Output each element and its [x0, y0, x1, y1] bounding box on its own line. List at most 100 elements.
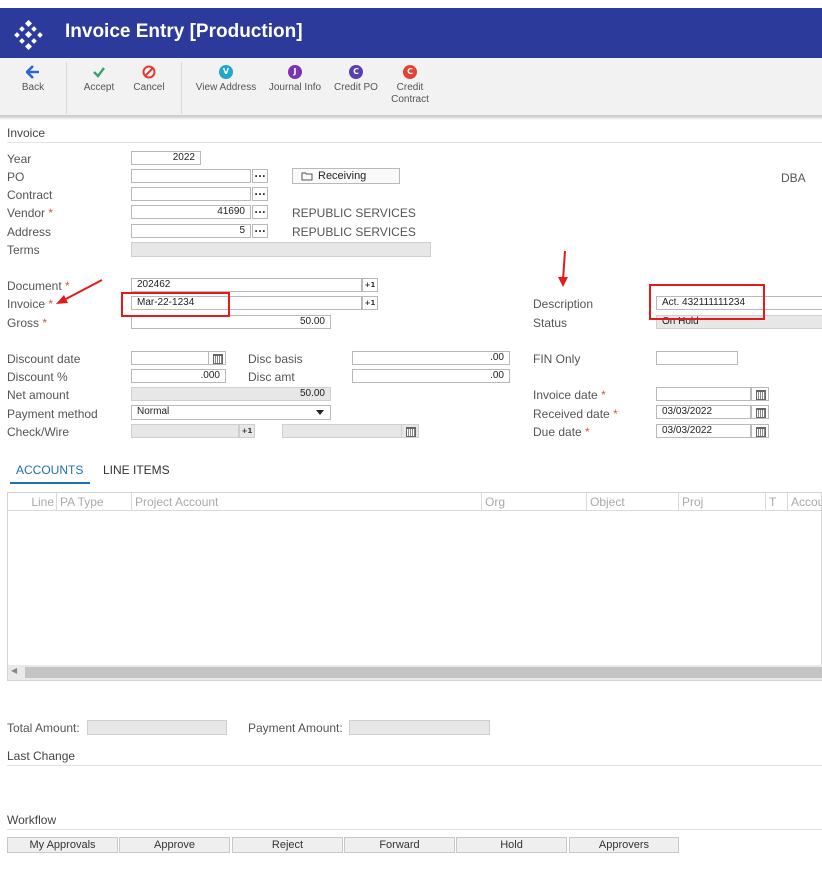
vendor-lookup-button[interactable]: ... — [252, 205, 268, 219]
column-header[interactable]: Proj — [678, 493, 765, 511]
app-logo-icon — [14, 20, 43, 50]
check-wire-field — [131, 424, 239, 438]
invoice-label: Invoice * — [7, 297, 53, 311]
calendar-icon[interactable] — [208, 351, 226, 365]
document-increment-button[interactable]: +1 — [362, 278, 378, 292]
year-field[interactable]: 2022 — [131, 151, 201, 165]
back-button[interactable]: Back — [14, 58, 52, 116]
column-header[interactable]: Org — [481, 493, 586, 511]
total-amount-field — [87, 720, 227, 735]
credit-contract-button[interactable]: C Credit Contract — [388, 58, 432, 116]
journal-info-button[interactable]: J Journal Info — [266, 58, 324, 116]
contract-field[interactable] — [131, 187, 251, 201]
due-date-field[interactable]: 03/03/2022 — [656, 424, 751, 438]
required-mark: * — [601, 388, 606, 402]
gross-label-text: Gross — [7, 316, 40, 330]
net-amount-label: Net amount — [7, 388, 70, 402]
received-date-label: Received date * — [533, 407, 618, 421]
received-date-field[interactable]: 03/03/2022 — [656, 405, 751, 419]
gross-field[interactable]: 50.00 — [131, 315, 331, 329]
column-header[interactable]: Object — [586, 493, 678, 511]
scrollbar-thumb[interactable] — [25, 667, 822, 678]
payment-method-value: Normal — [137, 406, 170, 417]
vendor-label: Vendor * — [7, 206, 53, 220]
toolbar-divider — [181, 62, 182, 114]
view-address-icon: V — [219, 65, 233, 79]
section-divider — [7, 142, 822, 143]
fin-only-label: FIN Only — [533, 352, 581, 366]
discount-date-field[interactable] — [131, 351, 209, 365]
annotation-arrow-icon — [56, 279, 103, 304]
check-wire-date-field — [282, 424, 402, 438]
credit-po-label: Credit PO — [334, 82, 378, 93]
credit-contract-label-line2: Contract — [391, 94, 429, 105]
calendar-icon[interactable] — [751, 387, 769, 401]
forward-button[interactable]: Forward — [344, 837, 455, 853]
status-label: Status — [533, 316, 568, 330]
column-header[interactable]: Accou — [787, 493, 822, 511]
contract-label: Contract — [7, 188, 53, 202]
po-lookup-button[interactable]: ... — [252, 169, 268, 183]
invoice-date-field[interactable] — [656, 387, 751, 401]
document-field[interactable]: 202462 — [131, 278, 362, 292]
vendor-field[interactable]: 41690 — [131, 205, 251, 219]
approve-button[interactable]: Approve — [119, 837, 230, 853]
column-header[interactable]: T — [765, 493, 787, 511]
page-title: Invoice Entry [Production] — [65, 21, 303, 42]
po-field[interactable] — [131, 169, 251, 183]
payment-method-select[interactable]: Normal — [131, 405, 331, 420]
scroll-left-icon[interactable]: ◀ — [11, 666, 17, 675]
address-name: REPUBLIC SERVICES — [292, 225, 416, 239]
address-field[interactable]: 5 — [131, 224, 251, 238]
year-label: Year — [7, 152, 32, 166]
invoice-date-label: Invoice date * — [533, 388, 606, 402]
cancel-icon — [142, 65, 156, 79]
disc-basis-field[interactable]: .00 — [352, 351, 510, 365]
accounts-grid[interactable]: Line PA Type Project Account Org Object … — [7, 492, 822, 681]
required-mark: * — [613, 407, 618, 421]
receiving-button[interactable]: Receiving — [292, 168, 400, 184]
dba-label: DBA — [781, 171, 806, 185]
tab-line-items[interactable]: LINE ITEMS — [103, 463, 170, 477]
invoice-increment-button[interactable]: +1 — [362, 296, 378, 310]
contract-lookup-button[interactable]: ... — [252, 187, 268, 201]
chevron-down-icon — [316, 410, 324, 415]
credit-po-button[interactable]: C Credit PO — [332, 58, 380, 116]
terms-label: Terms — [7, 243, 40, 257]
due-date-label-text: Due date — [533, 425, 582, 439]
journal-info-icon: J — [288, 65, 302, 79]
due-date-label: Due date * — [533, 425, 590, 439]
last-change-title: Last Change — [7, 749, 76, 763]
calendar-icon[interactable] — [751, 405, 769, 419]
approvers-button[interactable]: Approvers — [569, 837, 679, 853]
annotation-arrow-icon — [558, 250, 568, 287]
horizontal-scrollbar[interactable]: ◀ — [8, 665, 822, 680]
toolbar-divider — [66, 62, 67, 114]
accept-button[interactable]: Accept — [80, 58, 118, 116]
calendar-icon[interactable] — [751, 424, 769, 438]
disc-amt-field[interactable]: .00 — [352, 369, 510, 383]
cancel-button[interactable]: Cancel — [130, 58, 168, 116]
net-amount-field: 50.00 — [131, 387, 331, 401]
discount-date-label: Discount date — [7, 352, 81, 366]
cancel-label: Cancel — [133, 82, 165, 93]
discount-percent-field[interactable]: .000 — [131, 369, 226, 383]
tab-accounts[interactable]: ACCOUNTS — [16, 463, 83, 477]
description-highlight-box — [649, 284, 765, 320]
fin-only-field[interactable] — [656, 351, 738, 365]
column-header[interactable]: PA Type — [56, 493, 131, 511]
view-address-button[interactable]: V View Address — [194, 58, 258, 116]
hold-button[interactable]: Hold — [456, 837, 567, 853]
credit-contract-icon: C — [403, 65, 417, 79]
grid-header: Line PA Type Project Account Org Object … — [8, 493, 822, 511]
my-approvals-button[interactable]: My Approvals — [7, 837, 118, 853]
journal-info-label: Journal Info — [268, 82, 322, 93]
column-header[interactable]: Project Account — [131, 493, 481, 511]
column-header[interactable]: Line — [8, 493, 56, 511]
vendor-label-text: Vendor — [7, 206, 46, 220]
address-lookup-button[interactable]: ... — [252, 224, 268, 238]
reject-button[interactable]: Reject — [232, 837, 343, 853]
disc-amt-label: Disc amt — [248, 370, 295, 384]
accept-label: Accept — [83, 82, 115, 93]
folder-icon — [301, 172, 313, 181]
